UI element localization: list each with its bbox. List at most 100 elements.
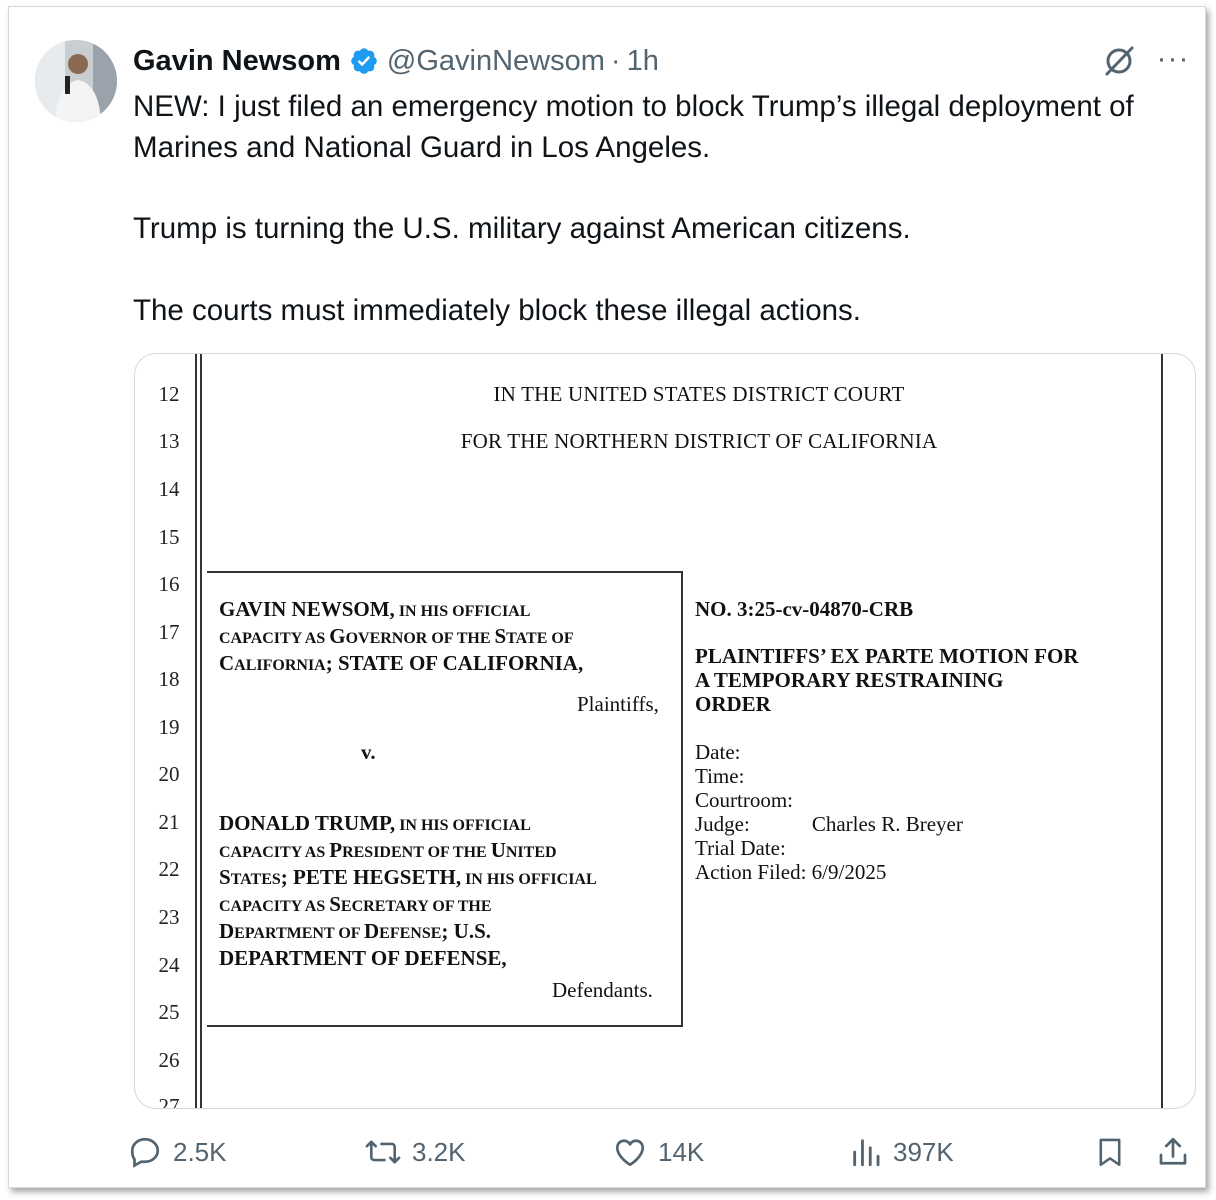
retweet-icon: [365, 1140, 401, 1164]
defendant-text: CAPACITY AS: [219, 844, 330, 861]
line-number: 18: [158, 667, 180, 691]
line-number: 25: [158, 1000, 180, 1024]
tweet-paragraph: NEW: I just filed an emergency motion to…: [133, 90, 1134, 164]
defendant-name: DONALD TRUMP,: [219, 811, 396, 835]
defendant-text: S: [219, 865, 231, 889]
case-number: NO. 3:25-cv-04870-CRB: [695, 597, 914, 621]
margin-line: [200, 354, 202, 1108]
court-name: IN THE UNITED STATES DISTRICT COURT: [493, 382, 905, 406]
defendant-text: DEPARTMENT OF DEFENSE,: [219, 946, 507, 970]
like-count: 14K: [658, 1136, 705, 1167]
line-number: 13: [158, 429, 180, 453]
plaintiff-text: IN HIS OFFICIAL: [394, 603, 531, 620]
versus: v.: [361, 740, 376, 764]
plaintiff-text: OVERNOR OF THE: [345, 630, 495, 647]
defendant-text: TATES: [230, 871, 281, 888]
date-field: Date:: [695, 740, 741, 764]
motion-title-line: A TEMPORARY RESTRAINING: [695, 668, 1004, 692]
defendants-label: Defendants.: [552, 978, 653, 1002]
defendant-text: EPARTMENT OF: [234, 925, 364, 942]
views-button[interactable]: 397K: [849, 1129, 954, 1175]
bookmark-icon: [1099, 1138, 1121, 1167]
defendant-text: IN HIS OFFICIAL: [461, 871, 597, 888]
line-number: 22: [158, 857, 180, 881]
judge-label: Judge:: [695, 812, 750, 836]
avatar[interactable]: [35, 40, 117, 122]
judge-field: Judge: Charles R. Breyer: [695, 812, 963, 836]
plaintiff-text: S: [494, 624, 507, 648]
avatar-image: [35, 40, 117, 122]
share-icon: [1159, 1137, 1187, 1165]
motion-title-line: PLAINTIFFS’ EX PARTE MOTION FOR: [695, 644, 1079, 668]
line-number: 15: [158, 525, 180, 549]
retweet-count: 3.2K: [412, 1136, 466, 1167]
bookmark-button[interactable]: [1093, 1129, 1127, 1175]
plaintiffs-label: Plaintiffs,: [577, 692, 659, 716]
line-number: 21: [158, 810, 180, 834]
like-button[interactable]: 14K: [612, 1129, 704, 1175]
margin-line: [195, 354, 197, 1108]
defendant-text: RESIDENT OF THE: [342, 844, 491, 861]
like-icon: [615, 1139, 645, 1167]
tweet-text: NEW: I just filed an emergency motion to…: [133, 87, 1193, 331]
action-filed-field: Action Filed: 6/9/2025: [695, 860, 887, 884]
court-district: FOR THE NORTHERN DISTRICT OF CALIFORNIA: [460, 429, 938, 453]
line-number: 16: [158, 572, 180, 596]
more-icon[interactable]: ···: [1155, 44, 1191, 77]
plaintiff-block: GAVIN NEWSOM, IN HIS OFFICIAL CAPACITY A…: [219, 597, 679, 678]
defendant-text: ECRETARY OF THE: [340, 898, 492, 915]
line-number: 24: [158, 953, 180, 977]
defendant-text: ; U.S.: [441, 919, 491, 943]
defendant-text: D: [219, 919, 235, 943]
plaintiff-text: TATE OF: [506, 630, 574, 647]
share-button[interactable]: [1155, 1129, 1191, 1175]
motion-title: PLAINTIFFS’ EX PARTE MOTION FOR A TEMPOR…: [695, 644, 1155, 716]
handle[interactable]: @GavinNewsom: [387, 45, 605, 78]
defendant-text: P: [329, 838, 343, 862]
tweet-paragraph: Trump is turning the U.S. military again…: [133, 212, 911, 245]
defendant-block: DONALD TRUMP, IN HIS OFFICIAL CAPACITY A…: [219, 811, 679, 970]
plaintiff-text: ; STATE OF CALIFORNIA,: [325, 651, 584, 675]
defendant-text: ; PETE HEGSETH,: [280, 865, 462, 889]
reply-button[interactable]: 2.5K: [127, 1129, 227, 1175]
tweet-card[interactable]: Gavin Newsom @GavinNewsom · 1h ··· NEW: …: [8, 6, 1206, 1188]
defendant-text: S: [329, 892, 341, 916]
reply-count: 2.5K: [173, 1136, 227, 1167]
time-field: Time:: [695, 764, 745, 788]
view-count: 397K: [893, 1136, 954, 1167]
right-margin-line: [1161, 354, 1163, 1108]
attached-image-court-document[interactable]: 12 13 14 15 16 17 18 19 20 21 22 23 24 2…: [134, 353, 1196, 1109]
display-name[interactable]: Gavin Newsom: [133, 45, 341, 78]
line-number: 17: [158, 620, 180, 644]
views-icon: [853, 1139, 880, 1167]
judge-value: Charles R. Breyer: [811, 812, 963, 836]
defendant-text: EFENSE: [379, 925, 442, 942]
motion-title-line: ORDER: [695, 692, 771, 716]
tweet-header: Gavin Newsom @GavinNewsom · 1h: [133, 41, 659, 81]
line-number: 23: [158, 905, 180, 929]
reply-icon: [130, 1137, 160, 1168]
line-number: 19: [158, 715, 180, 739]
hearing-fields: Date: Time: Courtroom: Judge: Charles R. …: [695, 740, 963, 884]
line-number: 27: [158, 1094, 180, 1109]
defendant-text: NITED: [505, 844, 557, 861]
defendant-text: IN HIS OFFICIAL: [395, 817, 531, 834]
line-number: 12: [158, 382, 180, 406]
plaintiff-text: C: [219, 651, 235, 675]
timestamp[interactable]: 1h: [627, 45, 659, 78]
line-number: 20: [158, 762, 180, 786]
plaintiff-text: G: [329, 624, 346, 648]
courtroom-field: Courtroom:: [695, 788, 793, 812]
retweet-button[interactable]: 3.2K: [364, 1129, 466, 1175]
line-number: 26: [158, 1048, 180, 1072]
defendant-text: D: [363, 919, 380, 943]
separator-dot: ·: [610, 44, 621, 77]
verified-badge-icon[interactable]: [349, 46, 379, 76]
plaintiff-name: GAVIN NEWSOM,: [219, 597, 395, 621]
plaintiff-text: CAPACITY AS: [219, 630, 330, 647]
defendant-text: CAPACITY AS: [219, 898, 330, 915]
trial-date-field: Trial Date:: [695, 836, 786, 860]
grok-icon[interactable]: [1101, 43, 1137, 79]
defendant-text: U: [490, 838, 506, 862]
line-number: 14: [158, 477, 180, 501]
